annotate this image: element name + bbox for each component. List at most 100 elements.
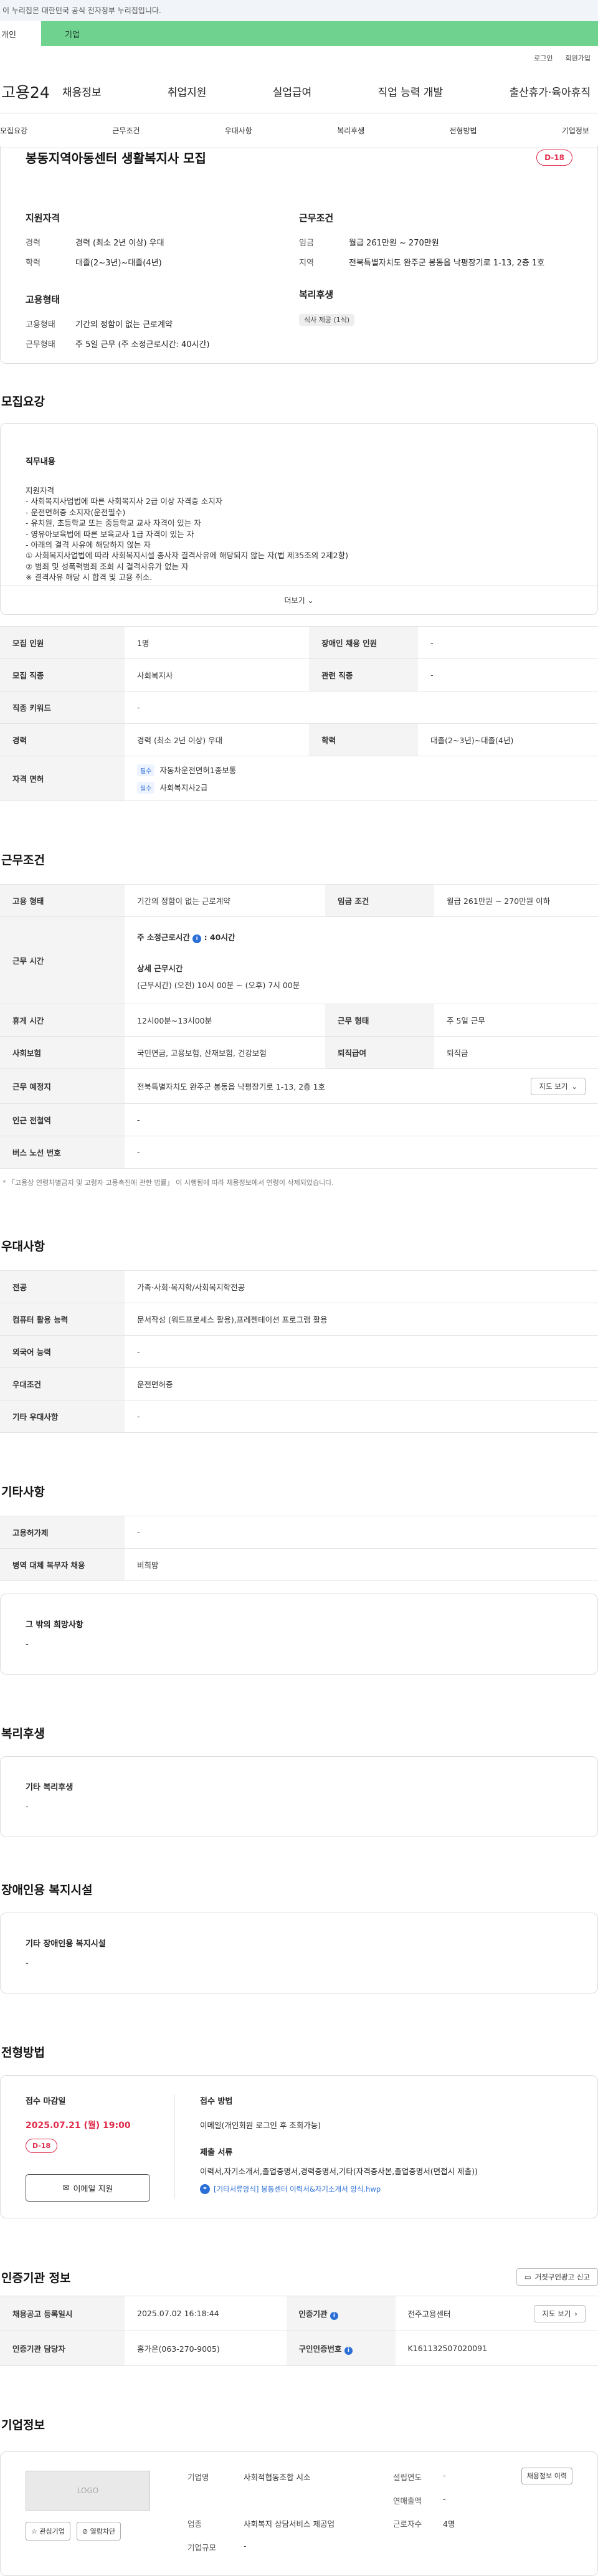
hiring-history-button[interactable]: 채용정보 이력 — [521, 2468, 572, 2484]
mail-icon: ✉ — [62, 2183, 70, 2193]
place-value: 전북특별자치도 완주군 봉동읍 낙평장기로 1-13, 2층 1호 — [137, 1082, 326, 1091]
block-icon: ⊘ — [82, 2527, 88, 2536]
gnb-training[interactable]: 직업 능력 개발 — [378, 83, 444, 99]
lnb-benefits[interactable]: 복리후생 — [337, 125, 364, 136]
table-value: 운전면허증 — [125, 1367, 598, 1400]
table-value: 비희망 — [125, 1548, 598, 1581]
qual-key: 경력 — [26, 239, 40, 248]
cond-heading: 근무조건 — [299, 212, 334, 224]
document-icon: ▭ — [524, 2273, 531, 2281]
table-value: 문서작성 (워드프로세스 활용),프레젠테이션 프로그램 활용 — [125, 1303, 598, 1336]
table-value: - — [125, 1335, 598, 1368]
company-value: - — [244, 2540, 247, 2550]
favorite-company-button[interactable]: ☆ 관심기업 — [26, 2522, 70, 2540]
table-value: - — [125, 1136, 598, 1169]
join-link[interactable]: 회원가입 — [566, 53, 591, 63]
table-row: 고용 형태 기간의 정함이 없는 근로계약 임금 조건 월급 261만원 ~ 270… — [0, 884, 598, 917]
company-value: - — [443, 2494, 446, 2504]
benefits-section-title: 복리후생 — [1, 1727, 45, 1741]
table-value: - — [125, 691, 598, 724]
table-row: 병역 대체 복무자 채용 비희망 — [0, 1548, 598, 1581]
company-key: 업종 — [187, 2519, 202, 2529]
gnb-leave[interactable]: 출산휴가·육아휴직 — [509, 83, 591, 99]
site-logo[interactable]: 고용24 — [0, 80, 62, 103]
table-row: 모집 인원 1명 장애인 채용 인원 - — [0, 626, 598, 659]
table-key: 인증기관 담당자 — [0, 2331, 125, 2366]
duty-line: ※ 결격사유 해당 시 합격 및 고용 취소. — [26, 573, 153, 582]
lnb-pref[interactable]: 우대사항 — [225, 125, 252, 136]
table-key: 외국어 능력 — [0, 1335, 125, 1368]
table-row: 근무 시간 주 소정근로시간 i : 40시간 상세 근무시간 (근무시간) (… — [0, 916, 598, 1004]
table-row: 우대조건 운전면허증 — [0, 1367, 598, 1400]
lnb-recruit[interactable]: 모집요강 — [0, 125, 27, 136]
table-key: 직종 키워드 — [0, 691, 125, 724]
global-nav: 고용24 채용정보 취업지원 실업급여 직업 능력 개발 출산휴가·육아휴직 — [0, 70, 598, 113]
star-icon: ☆ — [31, 2527, 37, 2536]
table-key: 고용 형태 — [0, 884, 125, 917]
table-value: 12시00분~13시00분 — [125, 1004, 325, 1037]
table-key: 기타 우대사항 — [0, 1400, 125, 1433]
gov-notice-text: 이 누리집은 대한민국 공식 전자정부 누리집입니다. — [2, 6, 161, 15]
etc-section-title: 기타사항 — [1, 1485, 45, 1499]
company-card: LOGO ☆ 관심기업 ⊘ 열람차단 기업명 사회적협동조합 시소 설립연도 -… — [0, 2451, 598, 2576]
info-icon[interactable]: i — [330, 2311, 338, 2320]
login-link[interactable]: 로그인 — [534, 53, 553, 63]
table-value: 월급 261만원 ~ 270만원 이하 — [434, 884, 598, 917]
table-value: - — [125, 1400, 598, 1433]
duty-line: - 운전면허증 소지자(운전필수) — [26, 507, 126, 517]
gnb-unemployment[interactable]: 실업급여 — [273, 83, 312, 99]
favorite-label: 관심기업 — [39, 2527, 65, 2536]
attachment-link[interactable]: ⚭ [기타서류양식] 봉동센터 이력서&자기소개서 양식.hwp — [200, 2184, 572, 2194]
emp-heading: 고용형태 — [26, 294, 60, 305]
table-key: 퇴직급여 — [325, 1036, 434, 1069]
duty-line: - 유치원, 초등학교 또는 중등학교 교사 자격이 있는 자 — [26, 518, 201, 528]
agency-value: 전주고용센터 — [407, 2309, 451, 2319]
company-value: 사회적협동조합 시소 — [244, 2473, 311, 2482]
lnb-company[interactable]: 기업정보 — [562, 125, 589, 136]
table-row: 고용허가제 - — [0, 1516, 598, 1549]
gnb-jobs[interactable]: 채용정보 — [62, 83, 102, 99]
benefits-value: - — [26, 1802, 29, 1812]
deadline-value: 2025.07.21 (월) 19:00 — [26, 2121, 131, 2131]
agency-map-label: 지도 보기 — [542, 2309, 571, 2318]
gnb-employment-support[interactable]: 취업지원 — [168, 83, 207, 99]
table-value: 1명 — [125, 626, 310, 659]
table-value: 대졸(2~3년)~대졸(4년) — [418, 723, 598, 756]
detail-value: (근무시간) (오전) 10시 00분 ~ (오후) 7시 00분 — [137, 980, 300, 990]
more-button[interactable]: 더보기 ⌄ — [1, 586, 597, 614]
table-row: 기타 우대사항 - — [0, 1400, 598, 1433]
lnb-process[interactable]: 전형방법 — [449, 125, 477, 136]
duty-line: - 아래의 결격 사유에 해당하지 않는 자 — [26, 540, 151, 550]
email-apply-button[interactable]: ✉ 이메일 지원 — [26, 2174, 150, 2202]
lnb-work[interactable]: 근무조건 — [112, 125, 140, 136]
work-table: 고용 형태 기간의 정함이 없는 근로계약 임금 조건 월급 261만원 ~ 270… — [0, 884, 598, 1169]
tab-personal[interactable]: 개인 — [0, 21, 41, 46]
table-row: 전공 가족·사회·복지학/사회복지학전공 — [0, 1270, 598, 1303]
table-value: 주 5일 근무 — [434, 1004, 598, 1037]
license-name: 자동차운전면허1종보통 — [159, 765, 237, 775]
duty-card: 직무내용 지원자격 - 사회복지사업법에 따른 사회복지사 2급 이상 자격증 … — [0, 423, 598, 615]
info-icon[interactable]: i — [192, 934, 202, 943]
etc-wish-title: 그 밖의 희망사항 — [26, 1620, 83, 1630]
welfare-heading: 복리후생 — [299, 289, 334, 300]
duty-text: 지원자격 - 사회복지사업법에 따른 사회복지사 2급 이상 자격증 소지자 -… — [1, 467, 597, 583]
table-value: - — [125, 1103, 598, 1136]
duty-line: ② 범죄 및 성폭력범죄 조회 시 결격사유가 없는 자 — [26, 561, 189, 571]
company-value: 4명 — [443, 2519, 455, 2529]
info-icon[interactable]: i — [344, 2346, 353, 2355]
tab-company[interactable]: 기업 — [41, 21, 598, 46]
table-row: 자격 면허 필수 자동차운전면허1종보통 필수 사회복지사2급 — [0, 756, 598, 801]
dday-badge: D-18 — [536, 150, 572, 166]
map-button[interactable]: 지도 보기 ⌄ — [531, 1077, 586, 1095]
company-value: - — [443, 2471, 446, 2480]
attachment-name: [기타서류양식] 봉동센터 이력서&자기소개서 양식.hwp — [214, 2185, 381, 2193]
etc-wish-value: - — [26, 1640, 29, 1649]
report-button[interactable]: ▭ 거짓구인광고 신고 — [516, 2268, 598, 2286]
link-icon: ⚭ — [200, 2184, 210, 2194]
agency-map-button[interactable]: 지도 보기 › — [534, 2304, 586, 2322]
table-key: 장애인 채용 인원 — [309, 626, 419, 659]
num-key: 구인인증번호 — [298, 2344, 342, 2354]
docs-value: 이력서,자기소개서,졸업증명서,경력증명서,기타(자격증사본,졸업증명서(면접시… — [200, 2167, 478, 2176]
block-company-button[interactable]: ⊘ 열람차단 — [76, 2522, 121, 2540]
table-row: 인근 전철역 - — [0, 1103, 598, 1136]
